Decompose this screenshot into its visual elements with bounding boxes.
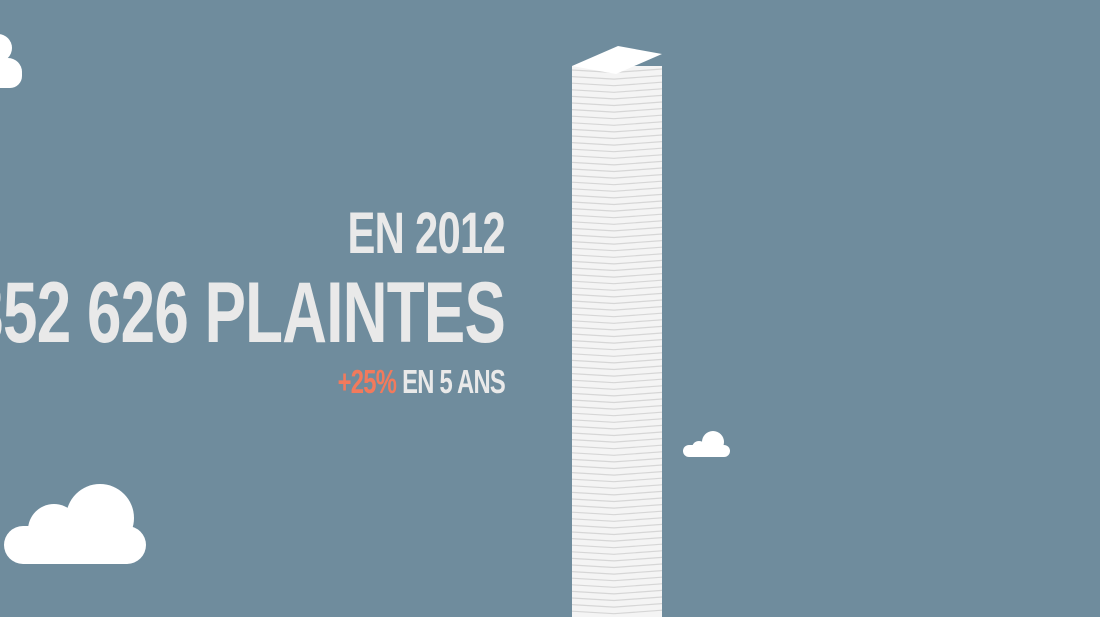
paper-stack-tower xyxy=(571,46,663,617)
cloud-icon xyxy=(0,34,22,88)
headline: EN 2012 352 626 PLAINTES +25% EN 5 ANS xyxy=(0,200,506,402)
growth-period: EN 5 ANS xyxy=(396,363,506,400)
infographic-scene: EN 2012 352 626 PLAINTES +25% EN 5 ANS xyxy=(0,0,1100,617)
growth-percentage: +25% xyxy=(337,363,397,400)
growth-line: +25% EN 5 ANS xyxy=(0,362,506,402)
paper-sheets xyxy=(571,46,663,617)
cloud-icon xyxy=(4,484,146,564)
year-label: EN 2012 xyxy=(347,201,506,266)
complaint-count: 352 626 PLAINTES xyxy=(0,265,506,361)
cloud-icon xyxy=(683,431,730,457)
